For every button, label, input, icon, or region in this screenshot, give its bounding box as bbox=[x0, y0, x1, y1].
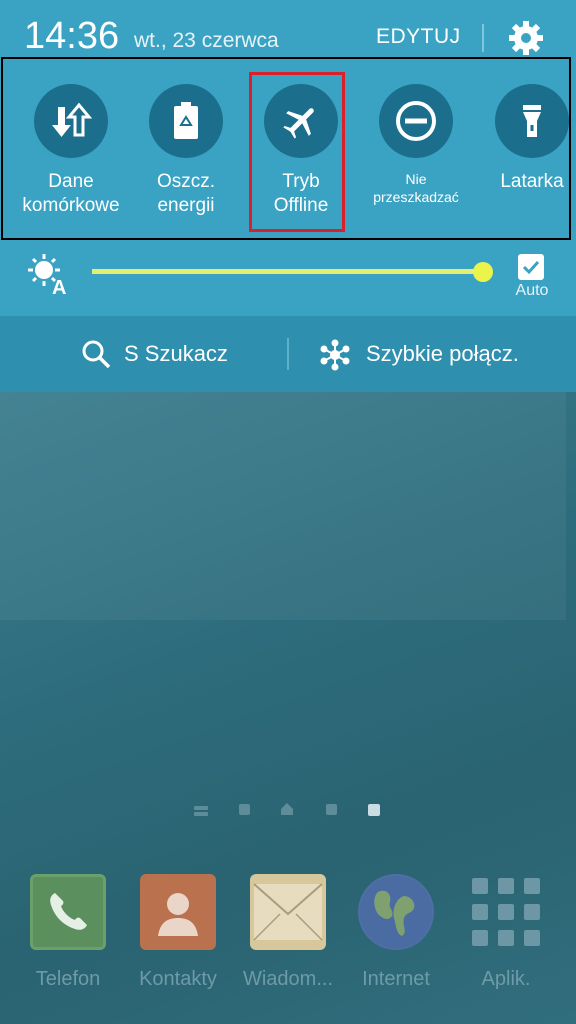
messages-icon bbox=[250, 874, 326, 950]
phone-icon bbox=[30, 874, 106, 950]
auto-brightness-icon: A bbox=[26, 252, 70, 299]
toggle-label: Oszcz. bbox=[156, 171, 216, 192]
settings-gear-icon[interactable] bbox=[506, 18, 546, 58]
app-label: Internet bbox=[362, 968, 430, 990]
toggle-label: Latarka bbox=[500, 171, 564, 192]
highlight-box bbox=[249, 72, 345, 232]
date: wt., 23 czerwca bbox=[134, 29, 279, 52]
search-icon[interactable] bbox=[80, 338, 112, 370]
checkmark-icon bbox=[522, 260, 540, 275]
app-label: Aplik. bbox=[481, 968, 531, 990]
s-finder-button[interactable]: S Szukacz bbox=[124, 341, 228, 367]
toggle-power-saving[interactable]: Oszcz. energii bbox=[126, 84, 246, 218]
auto-brightness-checkbox[interactable] bbox=[518, 254, 544, 280]
auto-brightness-label: Auto bbox=[515, 282, 549, 299]
app-label: Wiadom... bbox=[242, 968, 334, 990]
divider bbox=[482, 24, 484, 52]
svg-text:A: A bbox=[52, 277, 66, 296]
apps-grid-icon bbox=[468, 874, 544, 950]
quick-connect-button[interactable]: Szybkie połącz. bbox=[366, 341, 519, 367]
app-label: Kontakty bbox=[139, 968, 217, 990]
page-indicator-menu-icon[interactable] bbox=[194, 806, 208, 810]
flashlight-icon bbox=[495, 84, 569, 158]
quick-connect-icon[interactable] bbox=[318, 338, 352, 372]
toggle-label: energii bbox=[157, 195, 215, 216]
toggle-label: komórkowe bbox=[22, 195, 120, 216]
page-indicator-dot[interactable] bbox=[326, 804, 337, 815]
page-indicator-dot-active[interactable] bbox=[368, 804, 380, 816]
internet-globe-icon bbox=[358, 874, 434, 950]
app-internet[interactable]: Internet bbox=[346, 874, 446, 991]
page-indicator-home-icon[interactable] bbox=[280, 802, 294, 821]
mobile-data-icon bbox=[34, 84, 108, 158]
page-indicator-menu-icon bbox=[194, 812, 208, 816]
wallpaper-overlay bbox=[0, 392, 566, 620]
app-aplikacje[interactable]: Aplik. bbox=[456, 874, 556, 991]
toggle-label: Nie bbox=[405, 171, 427, 187]
toggle-do-not-disturb[interactable]: Nie przeszkadzać bbox=[356, 84, 476, 206]
divider bbox=[287, 338, 289, 370]
brightness-slider-thumb[interactable] bbox=[473, 262, 493, 282]
app-kontakty[interactable]: Kontakty bbox=[128, 874, 228, 991]
clock: 14:36 bbox=[24, 15, 120, 57]
toggle-mobile-data[interactable]: Dane komórkowe bbox=[11, 84, 131, 218]
app-label: Telefon bbox=[35, 968, 101, 990]
app-wiadomosci[interactable]: Wiadom... bbox=[238, 874, 338, 991]
toggle-label: Dane bbox=[48, 171, 94, 192]
do-not-disturb-icon bbox=[379, 84, 453, 158]
contacts-icon bbox=[140, 874, 216, 950]
toggle-flashlight[interactable]: Latarka bbox=[472, 84, 576, 194]
edit-button[interactable]: EDYTUJ bbox=[376, 25, 461, 49]
brightness-slider-track[interactable] bbox=[92, 269, 484, 274]
page-indicator-dot[interactable] bbox=[239, 804, 250, 815]
toggle-label: przeszkadzać bbox=[373, 189, 459, 205]
power-saving-icon bbox=[149, 84, 223, 158]
app-telefon[interactable]: Telefon bbox=[18, 874, 118, 991]
